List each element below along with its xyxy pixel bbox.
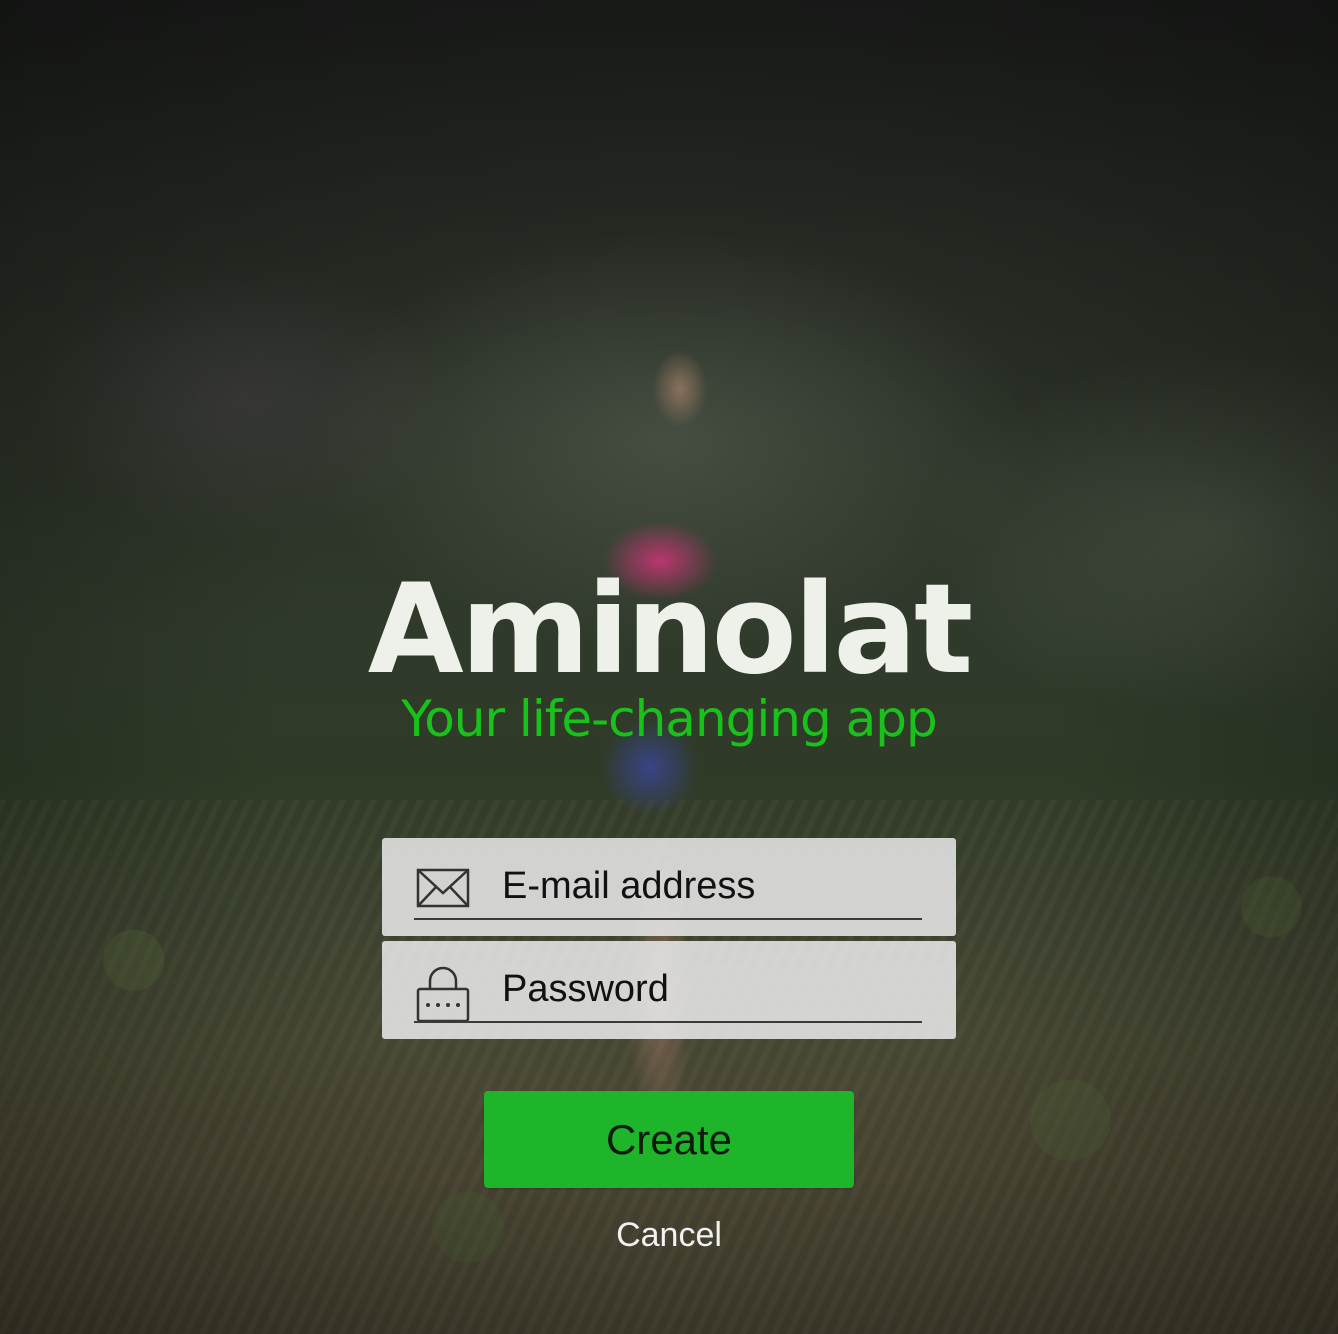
password-underline: [414, 1021, 922, 1023]
email-underline: [414, 918, 922, 920]
app-tagline: Your life-changing app: [401, 690, 937, 748]
password-field[interactable]: [382, 941, 956, 1039]
signup-screen: Aminolat Your life-changing app Create C…: [0, 0, 1338, 1334]
create-button[interactable]: Create: [484, 1091, 854, 1188]
envelope-icon: [416, 868, 470, 908]
email-field[interactable]: [382, 838, 956, 936]
cancel-button[interactable]: Cancel: [569, 1210, 769, 1260]
password-input[interactable]: [502, 959, 922, 1019]
padlock-icon: [416, 966, 470, 1023]
app-logo: Aminolat: [367, 558, 974, 702]
email-input[interactable]: [502, 856, 922, 916]
